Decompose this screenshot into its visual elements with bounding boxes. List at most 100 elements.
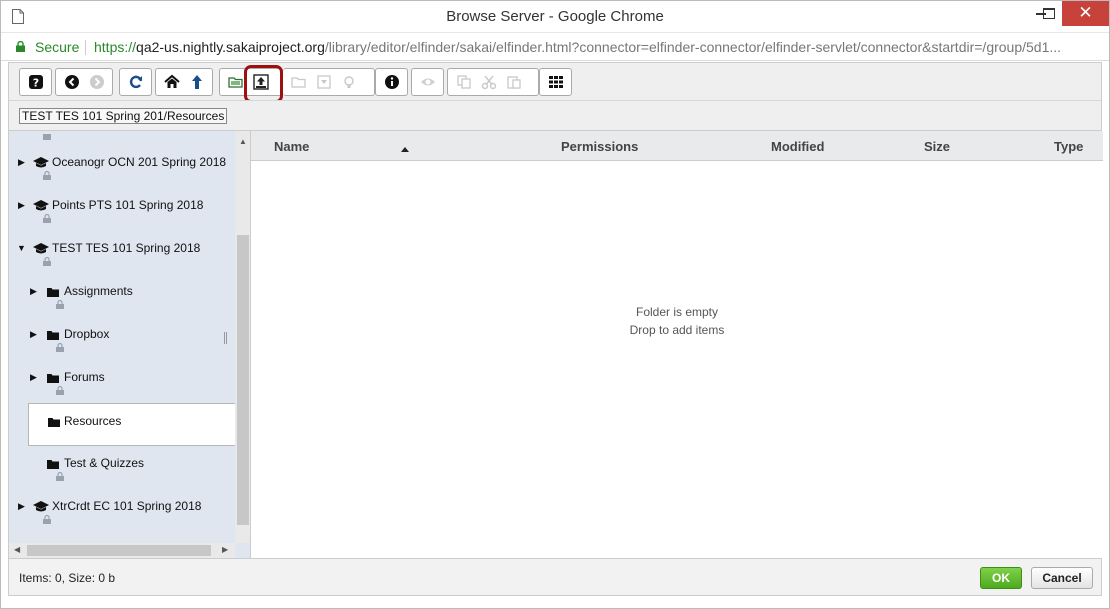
scroll-up-arrow-icon[interactable]: ▲ <box>239 137 247 146</box>
tree-item-label: Test & Quizzes <box>64 456 145 470</box>
graduation-cap-icon <box>33 157 49 168</box>
status-text: Items: 0, Size: 0 b <box>19 571 116 585</box>
tree-item-points[interactable]: ▶ Points PTS 101 Spring 2018 <box>9 188 235 231</box>
window-title-bar: Browse Server - Google Chrome ✕ <box>0 0 1110 33</box>
cut-button[interactable] <box>476 71 501 93</box>
tree-item-forums[interactable]: ▶ Forums <box>9 360 235 403</box>
close-window-button[interactable]: ✕ <box>1062 0 1109 26</box>
toolbar-group-file-disabled <box>283 68 375 96</box>
svg-text:?: ? <box>32 77 38 90</box>
status-bar: Items: 0, Size: 0 b OK Cancel <box>8 558 1102 596</box>
lock-icon <box>43 214 51 223</box>
toolbar-group-preview <box>411 68 444 96</box>
folder-icon <box>47 331 59 340</box>
lock-icon <box>43 257 51 266</box>
lock-icon <box>43 515 51 524</box>
address-bar[interactable]: Secure https://qa2-us.nightly.sakaiproje… <box>0 33 1110 61</box>
tree-item-label: Points PTS 101 Spring 2018 <box>52 198 204 212</box>
tree-item-label: Forums <box>64 370 105 384</box>
back-icon <box>64 75 79 89</box>
back-button[interactable] <box>59 71 84 93</box>
scroll-right-arrow-icon[interactable]: ▶ <box>222 545 228 554</box>
open-folder-icon <box>227 77 243 88</box>
expand-arrow-icon[interactable]: ▶ <box>30 329 37 340</box>
lock-icon <box>43 171 51 180</box>
info-icon <box>384 75 399 89</box>
tree-item-assignments[interactable]: ▶ Assignments <box>9 274 235 317</box>
expand-arrow-icon[interactable]: ▶ <box>30 372 37 383</box>
scrollbar-thumb[interactable] <box>27 545 211 556</box>
upload-icon <box>252 74 269 90</box>
tree-item-dropbox[interactable]: ▶ Dropbox <box>9 317 235 360</box>
tree-item-test-quizzes[interactable]: Test & Quizzes <box>9 446 235 489</box>
expand-arrow-icon[interactable]: ▶ <box>18 501 25 512</box>
collapse-arrow-icon[interactable]: ▼ <box>17 243 26 253</box>
tree-item-test-tes[interactable]: ▼ TEST TES 101 Spring 2018 <box>9 231 235 274</box>
folder-icon <box>47 374 59 383</box>
tree-vertical-scrollbar[interactable]: ▲ <box>235 131 250 543</box>
up-icon <box>191 75 202 89</box>
tree-item-label: XtrCrdt EC 101 Spring 2018 <box>52 499 202 513</box>
tree-item-label: Assignments <box>64 284 133 298</box>
tree-item-label: Dropbox <box>64 327 110 341</box>
restore-button[interactable] <box>1027 0 1061 26</box>
drop-hint-message: Drop to add items <box>629 323 725 337</box>
home-icon <box>163 74 180 88</box>
download-icon <box>316 75 331 89</box>
tree-item-xtrcrdt[interactable]: ▶ XtrCrdt EC 101 Spring 2018 <box>9 489 235 532</box>
url-scheme: https:// <box>94 39 137 55</box>
column-header-modified[interactable]: Modified <box>771 139 824 154</box>
column-header-size[interactable]: Size <box>924 139 950 154</box>
help-button[interactable]: ? <box>23 71 48 93</box>
cancel-button[interactable]: Cancel <box>1031 567 1093 589</box>
folder-icon <box>48 418 60 427</box>
url-host: qa2-us.nightly.sakaiproject.org <box>136 39 325 55</box>
getfile-button[interactable] <box>336 71 361 93</box>
reload-icon <box>129 75 142 89</box>
close-icon: ✕ <box>1078 3 1093 22</box>
up-button[interactable] <box>184 71 209 93</box>
expand-arrow-icon[interactable]: ▶ <box>30 286 37 297</box>
preview-icon <box>420 78 435 86</box>
expand-arrow-icon[interactable]: ▶ <box>18 200 25 211</box>
paste-button[interactable] <box>501 71 526 93</box>
secure-label: Secure <box>35 39 80 55</box>
upload-button[interactable] <box>244 65 283 103</box>
pane-resize-handle[interactable] <box>224 332 227 344</box>
empty-folder-message: Folder is empty <box>635 305 719 319</box>
view-button[interactable] <box>543 71 568 93</box>
ok-button[interactable]: OK <box>980 567 1022 589</box>
copy-button[interactable] <box>451 71 476 93</box>
scroll-left-arrow-icon[interactable]: ◀ <box>14 545 20 554</box>
file-list-pane[interactable]: Name Permissions Modified Size Type Fold… <box>250 131 1103 558</box>
getfile-icon <box>343 76 354 88</box>
column-header-permissions[interactable]: Permissions <box>561 139 638 154</box>
window-title: Browse Server - Google Chrome <box>446 8 664 25</box>
open-button[interactable] <box>286 71 311 93</box>
home-button[interactable] <box>159 71 184 93</box>
graduation-cap-icon <box>33 243 49 254</box>
expand-arrow-icon[interactable]: ▶ <box>18 157 25 168</box>
scrollbar-thumb[interactable] <box>237 235 249 525</box>
download-button[interactable] <box>311 71 336 93</box>
tree-item-resources[interactable]: Resources <box>28 403 235 446</box>
folder-icon <box>47 460 59 469</box>
tree-item-oceanogr[interactable]: ▶ Oceanogr OCN 201 Spring 2018 <box>9 145 235 188</box>
column-header-name[interactable]: Name <box>274 139 309 154</box>
column-header-type[interactable]: Type <box>1054 139 1083 154</box>
tree-item-label: Oceanogr OCN 201 Spring 2018 <box>52 155 227 169</box>
url-text[interactable]: https://qa2-us.nightly.sakaiproject.org/… <box>94 33 1061 60</box>
tree-item-label: Resources <box>64 414 122 428</box>
path-bar: TEST TES 101 Spring 201/Resources <box>8 100 1102 131</box>
forward-button[interactable] <box>84 71 109 93</box>
info-button[interactable] <box>379 71 404 93</box>
paste-icon <box>506 76 521 89</box>
lock-icon <box>56 386 64 395</box>
preview-button[interactable] <box>415 71 440 93</box>
lock-icon <box>56 300 64 309</box>
tree-item-label: TEST TES 101 Spring 2018 <box>52 241 201 255</box>
path-crumb[interactable]: TEST TES 101 Spring 201/Resources <box>19 108 228 124</box>
toolbar-group-nav <box>155 68 213 96</box>
reload-button[interactable] <box>123 71 148 93</box>
tree-horizontal-scrollbar[interactable]: ◀ ▶ <box>9 543 235 558</box>
